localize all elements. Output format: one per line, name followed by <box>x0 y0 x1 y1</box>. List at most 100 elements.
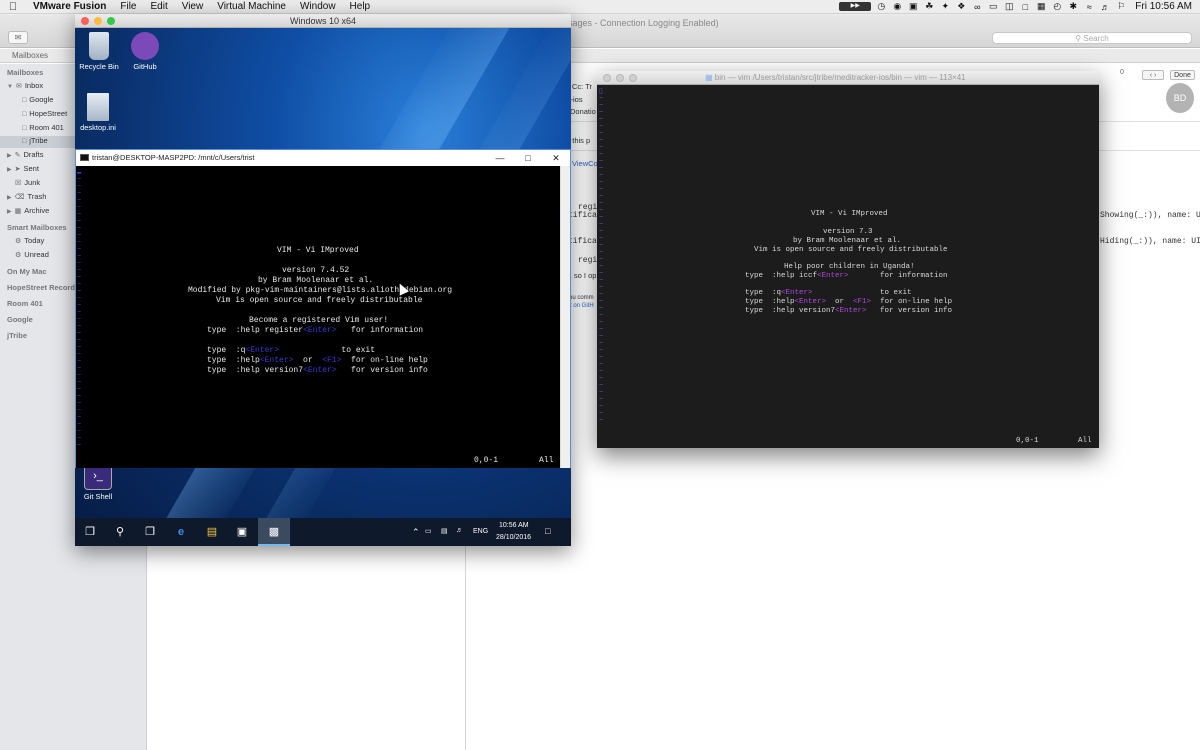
clock-status-icon[interactable]: ◷ <box>875 1 887 12</box>
bookmark-status-icon[interactable]: ▣ <box>907 1 919 12</box>
sidebar-item-drafts[interactable]: ▶ ✎ Drafts <box>7 150 44 159</box>
mail-search-input[interactable]: ⚲ Search <box>992 32 1192 44</box>
edge-icon[interactable]: e <box>173 524 189 540</box>
task-view-icon[interactable]: ❐ <box>142 524 158 540</box>
tray-chevron-up-icon[interactable]: ⌃ <box>412 527 420 538</box>
screen-share-icon[interactable]: ▦ <box>1035 1 1047 12</box>
minimize-icon[interactable]: — <box>486 150 514 166</box>
mail-link-fragment[interactable]: ViewCo <box>572 159 598 168</box>
tray-battery-icon[interactable]: ▭ <box>425 527 432 535</box>
search-icon[interactable]: ⚲ <box>112 524 128 540</box>
vim-exit-line: type :q<Enter> to exit <box>207 346 376 355</box>
apple-icon[interactable]:  <box>0 1 26 13</box>
disclosure-closed-icon[interactable]: ▶ <box>7 195 12 201</box>
sidebar-item-room-401[interactable]: □ Room 401 <box>22 123 64 132</box>
windows-desktop[interactable]: Recycle Bin GitHub desktop.ini ›_ Git Sh… <box>75 28 571 532</box>
bash-window[interactable]: tristan@DESKTOP-MASP2PD: /mnt/c/Users/tr… <box>75 149 571 468</box>
flag-icon[interactable]: ⚐ <box>1115 1 1127 12</box>
vim-version-line: version 7.4.52 <box>282 266 350 275</box>
menu-file[interactable]: File <box>113 1 143 12</box>
disclosure-closed-icon[interactable]: ▶ <box>7 153 12 159</box>
wifi-icon[interactable]: ≈ <box>1083 2 1095 12</box>
menubar-clock[interactable]: Fri 10:56 AM <box>1131 1 1192 12</box>
close-button[interactable] <box>603 74 611 82</box>
vim-version-info-line: type :help version7<Enter> for version i… <box>745 307 953 315</box>
cast-status-icon[interactable]: ◫ <box>1003 1 1015 12</box>
sidebar-item-today[interactable]: ⚙ Today <box>15 236 44 245</box>
bluetooth-icon[interactable]: ✱ <box>1067 1 1079 12</box>
menu-app-name[interactable]: VMware Fusion <box>26 1 113 12</box>
terminal-window[interactable]: ▦ bin — vim /Users/tristan/src/jtribe/me… <box>597 71 1099 448</box>
close-icon[interactable]: ✕ <box>542 150 570 166</box>
media-control-icon[interactable]: ▶▶ <box>839 2 872 11</box>
maximize-icon[interactable]: □ <box>514 150 542 166</box>
dropbox-status-icon[interactable]: ❖ <box>955 1 967 12</box>
menu-view[interactable]: View <box>175 1 211 12</box>
sidebar-item-trash[interactable]: ▶ ⌫ Trash <box>7 192 46 201</box>
action-center-icon[interactable]: □ <box>545 526 550 536</box>
taskbar-bash-button[interactable]: ▩ <box>258 518 290 546</box>
menu-virtual-machine[interactable]: Virtual Machine <box>210 1 293 12</box>
sidebar-account-hopestreet[interactable]: HopeStreet Recordi <box>7 283 77 292</box>
zoom-button[interactable] <box>629 74 637 82</box>
disclosure-open-icon[interactable]: ▼ <box>7 84 13 90</box>
sidebar-item-junk[interactable]: ☒ Junk <box>15 178 40 187</box>
minimize-button[interactable] <box>616 74 624 82</box>
sidebar-item-google[interactable]: □ Google <box>22 95 53 104</box>
camera-status-icon[interactable]: ◉ <box>891 1 903 12</box>
sidebar-item-sent[interactable]: ▶ ➤ Sent <box>7 164 39 173</box>
desktop-icon-recycle-bin[interactable]: Recycle Bin <box>76 32 122 71</box>
minimize-button[interactable] <box>94 17 102 25</box>
tray-volume-icon[interactable]: ♬ <box>456 527 463 534</box>
tray-time[interactable]: 10:56 AM <box>499 522 529 529</box>
mail-fragment: Donatio <box>570 107 596 116</box>
sidebar-item-archive[interactable]: ▶ ▦ Archive <box>7 206 49 215</box>
tray-network-icon[interactable]: ▤ <box>441 527 448 535</box>
tray-language[interactable]: ENG <box>473 528 488 535</box>
time-machine-icon[interactable]: ◴ <box>1051 1 1063 12</box>
console-icon <box>80 154 89 161</box>
sidebar-account-room-401[interactable]: Room 401 <box>7 299 43 308</box>
sidebar-item-unread[interactable]: ⚙ Unread <box>15 250 49 259</box>
battery-status-icon[interactable]: ▭ <box>987 1 999 12</box>
inbox-icon: ✉ <box>15 83 22 90</box>
sidebar-account-google[interactable]: Google <box>7 315 33 324</box>
status-menu-area: ▶▶ ◷ ◉ ▣ ☘ ✦ ❖ ∞ ▭ ◫ □ ▦ ◴ ✱ ≈ ♬ ⚐ Fri 1… <box>839 1 1200 12</box>
sidebar-account-on-my-mac[interactable]: On My Mac <box>7 267 47 276</box>
menu-edit[interactable]: Edit <box>143 1 174 12</box>
menu-help[interactable]: Help <box>343 1 378 12</box>
vim-editor-wsl[interactable]: ▬ ~ ~ ~ ~ ~ ~ ~ ~ ~ ~ ~ ~ ~ ~ ~ ~ ~ ~ ~ ~ ~ ~ ~ ~ ~ ~ ~ ~ ~ ~ ~ ~ ~ ~ ~ ~ ~ ~ ~… <box>76 166 560 468</box>
zoom-button[interactable] <box>107 17 115 25</box>
pin-status-icon[interactable]: ✦ <box>939 1 951 12</box>
bash-window-title: tristan@DESKTOP-MASP2PD: /mnt/c/Users/tr… <box>92 153 255 162</box>
disclosure-closed-icon[interactable]: ▶ <box>7 167 12 173</box>
compose-icon[interactable]: ✉ <box>8 31 28 44</box>
disclosure-closed-icon[interactable]: ▶ <box>7 209 12 215</box>
sidebar-item-hopestreet[interactable]: □ HopeStreet <box>22 109 67 118</box>
desktop-icon-github[interactable]: GitHub <box>122 32 168 71</box>
desktop-icon-desktop-ini[interactable]: desktop.ini <box>75 93 121 132</box>
mail-link-fragment[interactable]: t on GitH <box>570 303 594 309</box>
mail-done-button[interactable]: Done <box>1170 70 1195 80</box>
store-icon[interactable]: ▣ <box>234 524 250 540</box>
bash-scrollbar[interactable] <box>560 166 570 468</box>
sidebar-account-jtribe[interactable]: jTribe <box>7 331 27 340</box>
mail-code-fragment: Showing(_:)), name: UI <box>1100 211 1200 220</box>
vim-scroll-indicator: All <box>539 456 554 465</box>
tray-date[interactable]: 28/10/2016 <box>496 534 531 541</box>
display-status-icon[interactable]: □ <box>1019 2 1031 12</box>
infinity-status-icon[interactable]: ∞ <box>971 2 983 12</box>
sidebar-item-inbox[interactable]: ▼ ✉ Inbox <box>7 81 43 90</box>
volume-icon[interactable]: ♬ <box>1099 2 1111 12</box>
windows-start-icon[interactable]: ❒ <box>82 524 98 540</box>
mail-window-title: sages - Connection Logging Enabled) <box>568 18 719 28</box>
folder-icon: □ <box>22 138 27 145</box>
vim-distrib-line: Vim is open source and freely distributa… <box>754 246 948 254</box>
evernote-status-icon[interactable]: ☘ <box>923 1 935 12</box>
file-explorer-icon[interactable]: ▤ <box>204 524 220 540</box>
close-button[interactable] <box>81 17 89 25</box>
mail-cc-fragment: Cc: Tr <box>572 82 592 91</box>
menu-window[interactable]: Window <box>293 1 343 12</box>
mail-nav-buttons[interactable]: ‹ › <box>1142 70 1164 80</box>
favorites-mailboxes-button[interactable]: Mailboxes <box>12 51 48 60</box>
